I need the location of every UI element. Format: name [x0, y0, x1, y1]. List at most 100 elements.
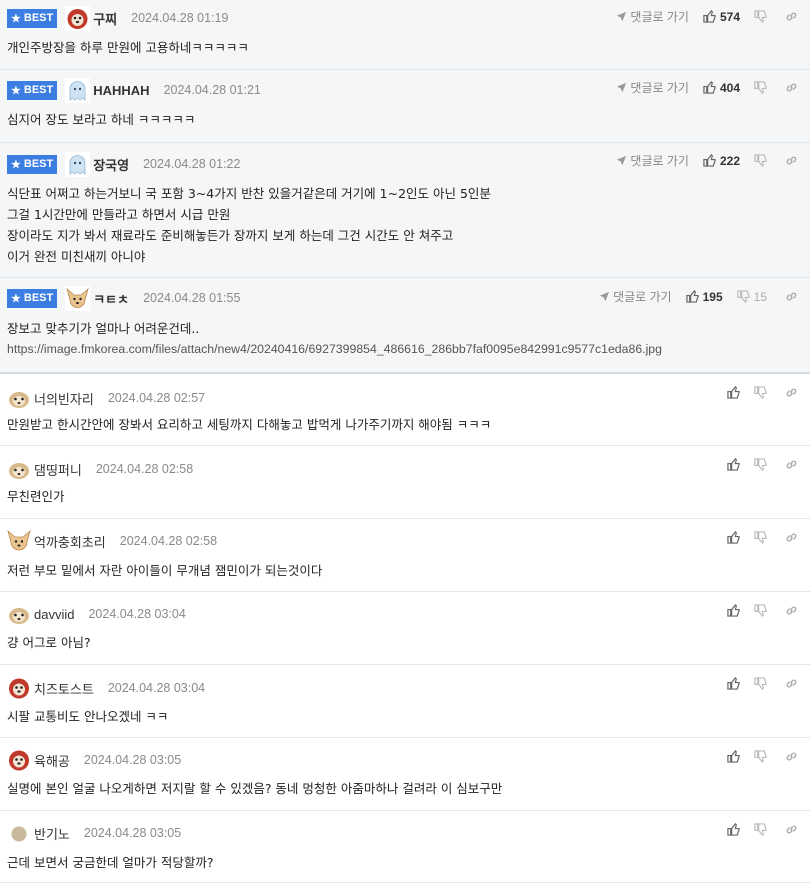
comment-date: 2024.04.28 02:58 — [119, 534, 218, 548]
downvote-button[interactable] — [754, 677, 767, 690]
comment-text: 심지어 장도 보라고 하네 ㅋㅋㅋㅋㅋ — [7, 112, 196, 127]
comment-item: 육해공 2024.04.28 03:05 실명에 본인 얼굴 나오게하면 저지랄… — [0, 738, 810, 811]
ghost-blue-avatar-icon — [65, 77, 91, 103]
upvote-button[interactable] — [727, 531, 740, 544]
best-comment: ★ BEST ㅋㅌㅊ 2024.04.28 01:55 댓글로 가기 195 15… — [0, 278, 810, 374]
thumbs-down-icon — [754, 750, 767, 763]
reply-link[interactable]: 댓글로 가기 — [599, 288, 672, 305]
best-badge: ★ BEST — [7, 8, 58, 28]
share-link-button[interactable] — [785, 750, 798, 763]
link-icon — [786, 533, 797, 542]
link-icon — [786, 292, 797, 301]
upvote-button[interactable]: 574 — [703, 10, 740, 24]
comment-item: 반기노 2024.04.28 03:05 근데 보면서 궁금한데 얼마가 적당할… — [0, 811, 810, 883]
upvote-button[interactable]: 222 — [703, 154, 740, 168]
share-link-button[interactable] — [785, 386, 798, 399]
downvote-button[interactable] — [754, 386, 767, 399]
comment-list: ★ BEST 구찌 2024.04.28 01:19 댓글로 가기 574 개인주… — [0, 0, 810, 883]
thumbs-up-icon — [727, 604, 740, 617]
share-link-button[interactable] — [785, 154, 798, 167]
chihuahua-avatar-icon — [65, 285, 91, 311]
link-icon — [786, 679, 797, 688]
downvote-button[interactable] — [754, 823, 767, 836]
nickname[interactable]: davviid — [34, 607, 74, 622]
share-link-button[interactable] — [785, 604, 798, 617]
share-link-button[interactable] — [785, 823, 798, 836]
share-link-button[interactable] — [785, 458, 798, 471]
puppy-avatar-icon — [7, 457, 31, 481]
thumbs-down-icon — [754, 81, 767, 94]
thumbs-up-icon — [703, 10, 716, 23]
share-link-button[interactable] — [785, 677, 798, 690]
comment-line: 장보고 맞추기가 얼마나 어려운건데.. — [7, 321, 200, 336]
image-url-link[interactable]: https://image.fmkorea.com/files/attach/n… — [7, 339, 662, 360]
comment-date: 2024.04.28 01:21 — [163, 83, 261, 97]
downvote-button[interactable] — [754, 81, 767, 94]
comment-text: 저런 부모 밑에서 자란 아이들이 무개념 잼민이가 되는것이다 — [7, 563, 323, 578]
thumbs-down-icon — [754, 604, 767, 617]
upvote-button[interactable]: 195 — [685, 290, 723, 304]
comment-item: davviid 2024.04.28 03:04 걍 어그로 아님? — [0, 592, 810, 665]
nickname[interactable]: 육해공 — [34, 751, 70, 770]
nickname[interactable]: 치즈토스트 — [34, 679, 94, 698]
best-comment: ★ BEST HAHHAH 2024.04.28 01:21 댓글로 가기 404… — [0, 70, 810, 143]
upvote-button[interactable] — [727, 386, 740, 399]
reply-link[interactable]: 댓글로 가기 — [616, 79, 689, 96]
share-link-button[interactable] — [785, 290, 798, 303]
thumbs-down-icon — [736, 290, 750, 303]
default-circle-avatar-icon — [7, 821, 31, 845]
thumbs-up-icon — [727, 531, 740, 544]
star-icon: ★ — [11, 158, 21, 171]
best-comment: ★ BEST 구찌 2024.04.28 01:19 댓글로 가기 574 개인주… — [0, 0, 810, 70]
comment-text: 근데 보면서 궁금한데 얼마가 적당할까? — [7, 855, 214, 870]
share-link-button[interactable] — [785, 531, 798, 544]
send-arrow-icon — [617, 155, 627, 166]
downvote-button[interactable] — [754, 750, 767, 763]
thumbs-up-icon — [703, 81, 716, 94]
upvote-button[interactable] — [727, 604, 740, 617]
nickname[interactable]: 너의빈자리 — [34, 389, 94, 408]
nickname[interactable]: 장국영 — [93, 155, 129, 174]
nickname[interactable]: 구찌 — [93, 9, 117, 28]
upvote-button[interactable] — [727, 823, 740, 836]
upvote-button[interactable] — [727, 677, 740, 690]
reply-link[interactable]: 댓글로 가기 — [616, 8, 689, 25]
reply-link[interactable]: 댓글로 가기 — [616, 152, 689, 169]
comment-line: 이거 완전 미친새끼 아니야 — [7, 249, 146, 264]
comment-text: 개인주방장을 하루 만원에 고용하네ㅋㅋㅋㅋㅋ — [7, 40, 249, 55]
thumbs-up-icon — [727, 823, 740, 836]
upvote-button[interactable]: 404 — [703, 81, 740, 95]
comment-text: 걍 어그로 아님? — [7, 635, 91, 650]
downvote-button[interactable] — [754, 154, 767, 167]
comment-item: 너의빈자리 2024.04.28 02:57 만원받고 한시간안에 장봐서 요리… — [0, 374, 810, 446]
nickname[interactable]: 댐띵퍼니 — [34, 460, 82, 479]
comment-date: 2024.04.28 01:22 — [143, 157, 241, 171]
comment-date: 2024.04.28 01:19 — [131, 11, 229, 25]
comment-item: 치즈토스트 2024.04.28 03:04 시팔 교통비도 안나오겠네 ㅋㅋ — [0, 665, 810, 738]
nickname[interactable]: HAHHAH — [93, 83, 149, 98]
share-link-button[interactable] — [785, 81, 798, 94]
downvote-button[interactable] — [754, 458, 767, 471]
upvote-button[interactable] — [727, 458, 740, 471]
nickname[interactable]: 억까충회초리 — [34, 532, 106, 551]
comment-date: 2024.04.28 03:05 — [83, 753, 182, 767]
comment-body: 장보고 맞추기가 얼마나 어려운건데.. https://image.fmkor… — [7, 318, 662, 360]
chihuahua-avatar-icon — [7, 529, 31, 553]
link-icon — [786, 606, 797, 615]
downvote-button[interactable] — [754, 10, 767, 23]
thumbs-down-icon — [754, 677, 767, 690]
nickname[interactable]: ㅋㅌㅊ — [93, 289, 129, 308]
upvote-count: 222 — [719, 153, 740, 168]
downvote-button[interactable]: 15 — [736, 290, 767, 304]
upvote-button[interactable] — [727, 750, 740, 763]
downvote-button[interactable] — [754, 604, 767, 617]
nickname[interactable]: 반기노 — [34, 824, 70, 843]
comment-line: 그걸 1시간만에 만들라고 하면서 시급 만원 — [7, 207, 231, 222]
thumbs-down-icon — [754, 10, 767, 23]
share-link-button[interactable] — [785, 10, 798, 23]
thumbs-down-icon — [754, 823, 767, 836]
downvote-button[interactable] — [754, 531, 767, 544]
thumbs-down-icon — [754, 531, 767, 544]
comment-body: 식단표 어쩌고 하는거보니 국 포함 3~4가지 반찬 있을거같은데 거기에 1… — [7, 183, 491, 267]
dog-red-avatar-icon — [7, 748, 31, 772]
